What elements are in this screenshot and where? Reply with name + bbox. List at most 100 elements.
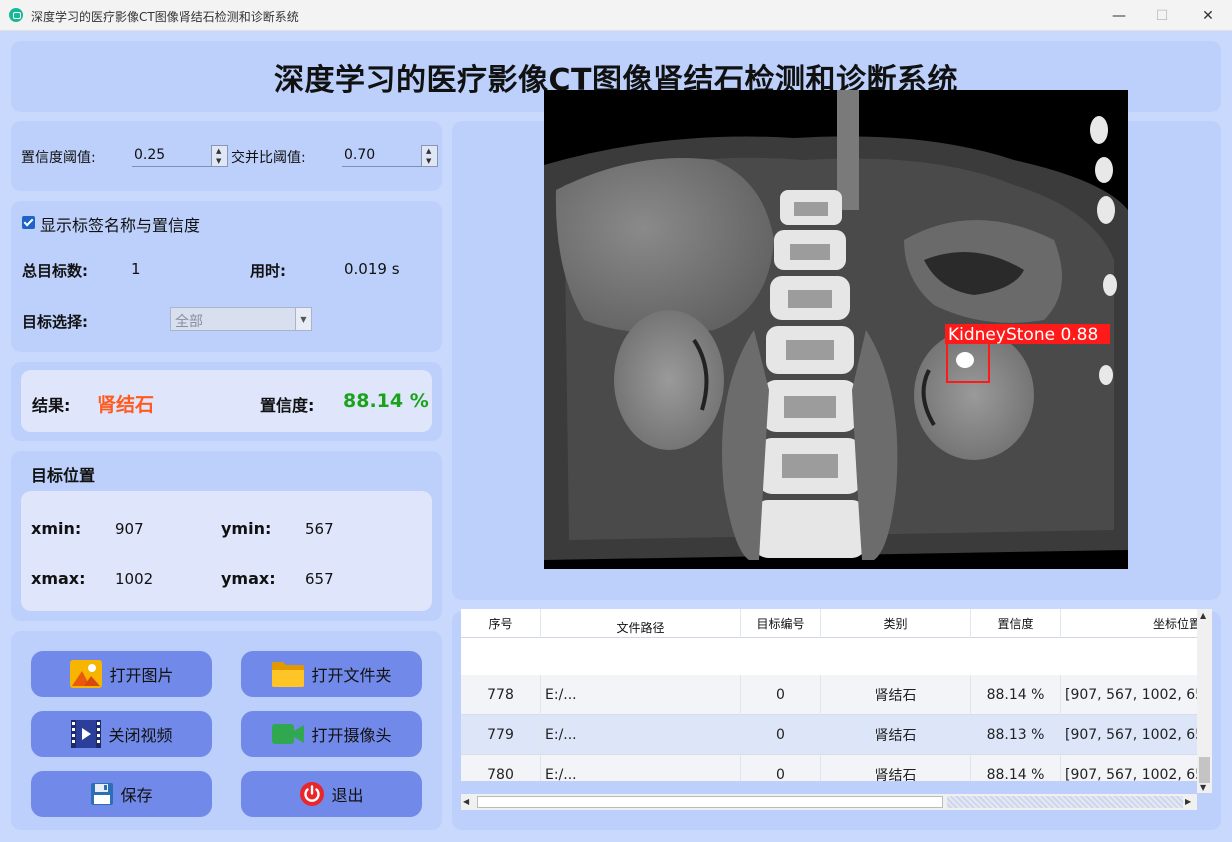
cell-target-id: 0 [741,715,821,755]
table-row[interactable]: 780 E:/... 0 肾结石 88.14 % [907, 567, 1002… [461,755,1212,781]
open-image-label: 打开图片 [109,666,174,685]
cell-path: E:/... [541,715,741,755]
cell-position: [907, 567, 1002, 657] [1061,675,1212,715]
xmax-label: xmax: [31,569,86,588]
col-path-header[interactable]: 文件路径 [541,609,741,638]
horizontal-scroll-thumb[interactable] [477,796,943,808]
spin-arrows-icon[interactable]: ▲ ▼ [211,145,228,167]
show-labels-checkbox[interactable] [22,216,35,229]
cell-index: 779 [461,715,541,755]
target-select-value: 全部 [175,314,203,330]
col-class-header[interactable]: 类别 [821,609,971,638]
power-icon [300,782,325,806]
result-label: 结果: [32,396,71,415]
ymin-value: 567 [305,520,334,538]
ymax-label: ymax: [221,569,276,588]
cell-index: 778 [461,675,541,715]
ymin-label: ymin: [221,519,272,538]
target-select-label: 目标选择: [22,313,88,331]
close-video-label: 关闭视频 [108,726,173,745]
scroll-left-icon[interactable]: ◀ [463,797,469,806]
table-vertical-scrollbar[interactable]: ▲ ▼ [1197,609,1212,793]
cell-target-id: 0 [741,755,821,781]
conf-threshold-label: 置信度阈值: [21,150,96,166]
xmin-value: 907 [115,520,144,538]
cell-class: 肾结石 [821,675,971,715]
target-select-dropdown[interactable]: 全部 ▼ [170,307,312,331]
open-camera-button[interactable]: 打开摄像头 [241,711,422,757]
iou-threshold-value: 0.70 [344,147,376,163]
conf-threshold-spinbox[interactable]: 0.25 ▲ ▼ [132,145,228,167]
confidence-label: 置信度: [260,396,315,415]
cell-class: 肾结石 [821,715,971,755]
maximize-button[interactable]: ☐ [1139,0,1185,31]
scroll-right-icon[interactable]: ▶ [1185,797,1191,806]
scroll-track [947,796,1183,808]
table-header: 序号 文件路径 目标编号 类别 置信度 坐标位置 [461,609,1212,638]
confidence-value: 88.14 % [343,390,429,412]
iou-threshold-spinbox[interactable]: 0.70 ▲ ▼ [342,145,438,167]
scroll-up-icon[interactable]: ▲ [1200,611,1206,620]
table-row[interactable]: 778 E:/... 0 肾结石 88.14 % [907, 567, 1002… [461,675,1212,715]
save-label: 保存 [120,786,153,805]
show-labels-label: 显示标签名称与置信度 [40,216,201,235]
col-confidence-header[interactable]: 置信度 [971,609,1061,638]
image-icon [70,660,103,688]
result-value: 肾结石 [97,394,155,416]
cell-position: [907, 567, 1002, 657] [1061,715,1212,755]
exit-button[interactable]: 退出 [241,771,422,817]
cell-target-id: 0 [741,675,821,715]
save-button[interactable]: 保存 [31,771,212,817]
ymax-value: 657 [305,570,334,588]
vertical-scroll-thumb[interactable] [1199,757,1210,783]
exit-label: 退出 [331,786,364,805]
results-table[interactable]: 序号 文件路径 目标编号 类别 置信度 坐标位置 778 E:/... 0 肾结… [461,609,1212,781]
info-panel: 显示标签名称与置信度 总目标数: 1 用时: 0.019 s 目标选择: 全部 … [11,201,442,352]
buttons-panel: 打开图片 打开文件夹 关闭视频 打开摄像头 保存 退出 [11,631,442,830]
cell-path: E:/... [541,675,741,715]
total-targets-label: 总目标数: [22,262,88,280]
app-icon [9,8,23,22]
detection-label: KidneyStone 0.88 [948,325,1098,345]
result-panel: 结果: 肾结石 置信度: 88.14 % [11,362,442,441]
table-horizontal-scrollbar[interactable]: ◀ ▶ [461,794,1197,810]
open-image-button[interactable]: 打开图片 [31,651,212,697]
open-folder-label: 打开文件夹 [311,666,392,685]
window-titlebar: 深度学习的医疗影像CT图像肾结石检测和诊断系统 — ☐ ✕ [0,0,1232,31]
xmin-label: xmin: [31,519,82,538]
cell-confidence: 88.14 % [971,675,1061,715]
close-video-button[interactable]: 关闭视频 [31,711,212,757]
cell-class: 肾结石 [821,755,971,781]
chevron-down-icon: ▼ [295,308,311,330]
open-camera-label: 打开摄像头 [311,726,392,745]
cell-path: E:/... [541,755,741,781]
position-title: 目标位置 [31,466,96,485]
close-button[interactable]: ✕ [1185,0,1231,31]
cell-index: 780 [461,755,541,781]
cell-confidence: 88.13 % [971,715,1061,755]
cell-position: [907, 567, 1002, 657] [1061,755,1212,781]
conf-threshold-value: 0.25 [134,147,166,163]
time-value: 0.019 s [344,260,400,278]
total-targets-value: 1 [131,260,141,278]
ct-scan-graphic: KidneyStone 0.88 [544,90,1128,569]
cell-confidence: 88.14 % [971,755,1061,781]
open-folder-button[interactable]: 打开文件夹 [241,651,422,697]
xmax-value: 1002 [115,570,154,588]
minimize-button[interactable]: — [1096,0,1142,31]
table-row[interactable]: 779 E:/... 0 肾结石 88.13 % [907, 567, 1002… [461,715,1212,755]
scroll-down-icon[interactable]: ▼ [1200,783,1206,792]
position-box [21,491,432,611]
ct-image: KidneyStone 0.88 [544,90,1128,569]
position-panel: 目标位置 xmin: 907 ymin: 567 xmax: 1002 ymax… [11,451,442,621]
params-panel: 置信度阈值: 0.25 ▲ ▼ 交并比阈值: 0.70 ▲ ▼ [11,121,442,191]
window-title: 深度学习的医疗影像CT图像肾结石检测和诊断系统 [31,10,299,24]
folder-icon [272,662,305,687]
spin-arrows-icon[interactable]: ▲ ▼ [421,145,438,167]
col-target-id-header[interactable]: 目标编号 [741,609,821,638]
time-label: 用时: [250,262,286,280]
col-position-header[interactable]: 坐标位置 [1061,609,1212,638]
col-index-header[interactable]: 序号 [461,609,541,638]
video-icon [71,720,102,748]
camera-icon [272,724,305,744]
